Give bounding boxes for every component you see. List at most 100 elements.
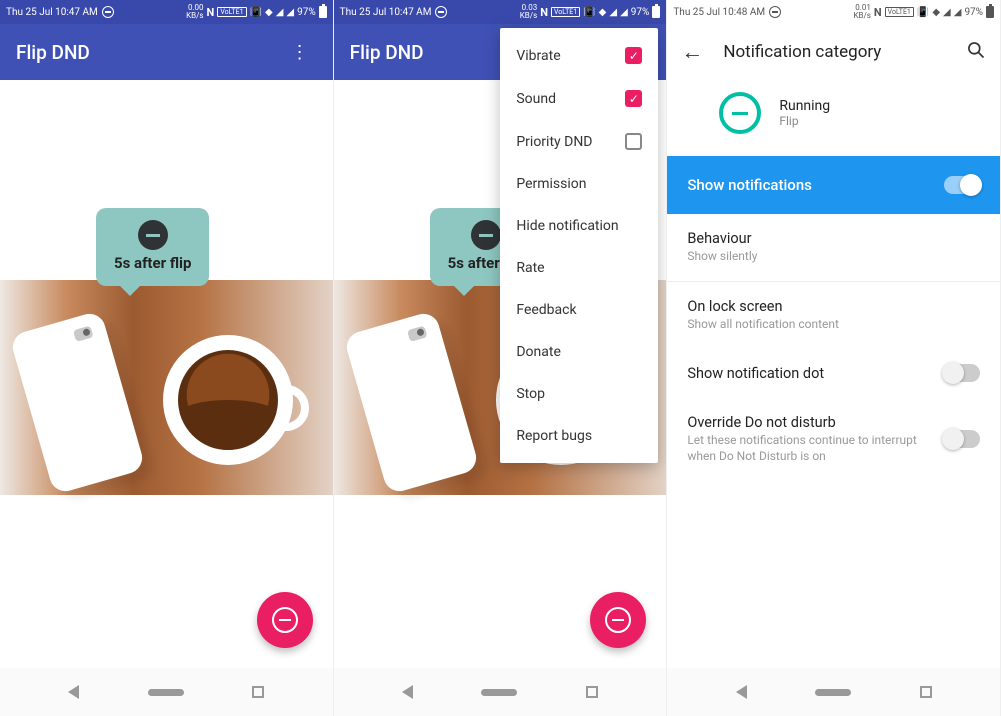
menu-label: Priority DND: [516, 134, 592, 150]
menu-report-bugs[interactable]: Report bugs: [500, 415, 658, 457]
search-button[interactable]: [966, 40, 986, 65]
menu-label: Report bugs: [516, 428, 592, 444]
signal-icon-2: ◢: [286, 7, 294, 18]
show-notifications-row[interactable]: Show notifications: [667, 156, 1000, 214]
status-bar: Thu 25 Jul 10:47 AM 0.03KB/s N VoLTE1 📳 …: [334, 0, 667, 24]
menu-priority-dnd[interactable]: Priority DND: [500, 120, 658, 163]
app-title: Flip DND: [16, 41, 90, 64]
volte-icon: VoLTE1: [551, 7, 580, 17]
app-bar: Flip DND ⋮: [0, 24, 333, 80]
menu-label: Rate: [516, 260, 544, 276]
menu-rate[interactable]: Rate: [500, 247, 658, 289]
nav-recent-button[interactable]: [252, 686, 264, 698]
nav-home-button[interactable]: [148, 689, 184, 696]
overflow-menu-button[interactable]: ⋮: [283, 34, 317, 71]
vibrate-icon: 📳: [250, 7, 262, 18]
menu-label: Feedback: [516, 302, 576, 318]
setting-label: On lock screen: [687, 298, 980, 315]
menu-label: Stop: [516, 386, 545, 402]
nav-home-button[interactable]: [815, 689, 851, 696]
vibrate-icon: 📳: [917, 7, 929, 18]
tooltip-text: 5s after flip: [114, 254, 191, 272]
nfc-icon: N: [540, 6, 548, 19]
status-time: Thu 25 Jul 10:47 AM: [6, 7, 98, 18]
checkbox-checked-icon[interactable]: ✓: [625, 90, 642, 107]
checkbox-checked-icon[interactable]: ✓: [625, 47, 642, 64]
status-bar: Thu 25 Jul 10:48 AM 0.01KB/s N VoLTE1 📳 …: [667, 0, 1000, 24]
setting-label: Show notifications: [687, 176, 812, 194]
app-title: Flip DND: [350, 41, 424, 64]
menu-label: Donate: [516, 344, 561, 360]
menu-feedback[interactable]: Feedback: [500, 289, 658, 331]
back-arrow-button[interactable]: ←: [681, 39, 703, 65]
dnd-toggle-icon: [272, 607, 298, 633]
status-time: Thu 25 Jul 10:48 AM: [673, 7, 765, 18]
status-bar: Thu 25 Jul 10:47 AM 0.00KB/s N VoLTE1 📳 …: [0, 0, 333, 24]
checkbox-unchecked-icon[interactable]: [625, 133, 642, 150]
app-badge-icon: [719, 92, 761, 134]
nav-bar: [334, 668, 667, 716]
menu-stop[interactable]: Stop: [500, 373, 658, 415]
coffee-cup: [163, 335, 293, 465]
main-content: 5s after flip: [0, 80, 333, 668]
nav-home-button[interactable]: [481, 689, 517, 696]
category-sub: Flip: [779, 114, 830, 128]
screen-app-main: Thu 25 Jul 10:47 AM 0.00KB/s N VoLTE1 📳 …: [0, 0, 334, 716]
nav-back-button[interactable]: [736, 685, 747, 699]
settings-app-bar: ← Notification category: [667, 24, 1000, 80]
fab-toggle-button[interactable]: [590, 592, 646, 648]
fab-toggle-button[interactable]: [257, 592, 313, 648]
category-title: Running: [779, 98, 830, 114]
menu-permission[interactable]: Permission: [500, 163, 658, 205]
behaviour-row[interactable]: Behaviour Show silently: [667, 214, 1000, 281]
illustration: 5s after flip: [0, 280, 333, 495]
dnd-icon: [435, 6, 447, 18]
menu-label: Hide notification: [516, 218, 618, 234]
nfc-icon: N: [874, 6, 882, 19]
setting-sub: Let these notifications continue to inte…: [687, 433, 922, 464]
setting-sub: Show all notification content: [687, 317, 980, 333]
lock-screen-row[interactable]: On lock screen Show all notification con…: [667, 282, 1000, 349]
notification-dot-row[interactable]: Show notification dot: [667, 348, 1000, 398]
menu-label: Permission: [516, 176, 586, 192]
battery-icon: [986, 6, 994, 18]
toggle-on[interactable]: [944, 176, 980, 194]
nav-bar: [0, 668, 333, 716]
status-time: Thu 25 Jul 10:47 AM: [340, 7, 432, 18]
signal-icon: ◢: [276, 7, 284, 18]
camera-icon: [407, 325, 428, 341]
wifi-icon: ◆: [265, 7, 273, 18]
menu-label: Vibrate: [516, 48, 560, 64]
toggle-off[interactable]: [944, 364, 980, 382]
menu-sound[interactable]: Sound ✓: [500, 77, 658, 120]
signal-icon-2: ◢: [954, 7, 962, 18]
battery-icon: [319, 6, 327, 18]
dnd-circle-icon: [471, 220, 501, 250]
menu-label: Sound: [516, 91, 556, 107]
volte-icon: VoLTE1: [217, 7, 246, 17]
setting-sub: Show silently: [687, 249, 980, 265]
battery-text: 97%: [297, 7, 316, 18]
menu-donate[interactable]: Donate: [500, 331, 658, 373]
camera-icon: [73, 325, 94, 341]
menu-vibrate[interactable]: Vibrate ✓: [500, 34, 658, 77]
toggle-off[interactable]: [944, 430, 980, 448]
dnd-circle-icon: [138, 220, 168, 250]
battery-icon: [652, 6, 660, 18]
page-title: Notification category: [723, 42, 946, 62]
category-row: Running Flip: [667, 80, 1000, 156]
dnd-icon: [102, 6, 114, 18]
screen-settings: Thu 25 Jul 10:48 AM 0.01KB/s N VoLTE1 📳 …: [667, 0, 1001, 716]
override-dnd-row[interactable]: Override Do not disturb Let these notifi…: [667, 398, 1000, 480]
dnd-toggle-icon: [605, 607, 631, 633]
menu-hide-notification[interactable]: Hide notification: [500, 205, 658, 247]
overflow-menu: Vibrate ✓ Sound ✓ Priority DND Permissio…: [500, 28, 658, 463]
nav-recent-button[interactable]: [920, 686, 932, 698]
nav-recent-button[interactable]: [586, 686, 598, 698]
phone-illustration: [343, 310, 480, 495]
nav-back-button[interactable]: [68, 685, 79, 699]
setting-label: Show notification dot: [687, 365, 824, 382]
coffee: [178, 350, 278, 450]
nav-back-button[interactable]: [402, 685, 413, 699]
dnd-icon: [769, 6, 781, 18]
